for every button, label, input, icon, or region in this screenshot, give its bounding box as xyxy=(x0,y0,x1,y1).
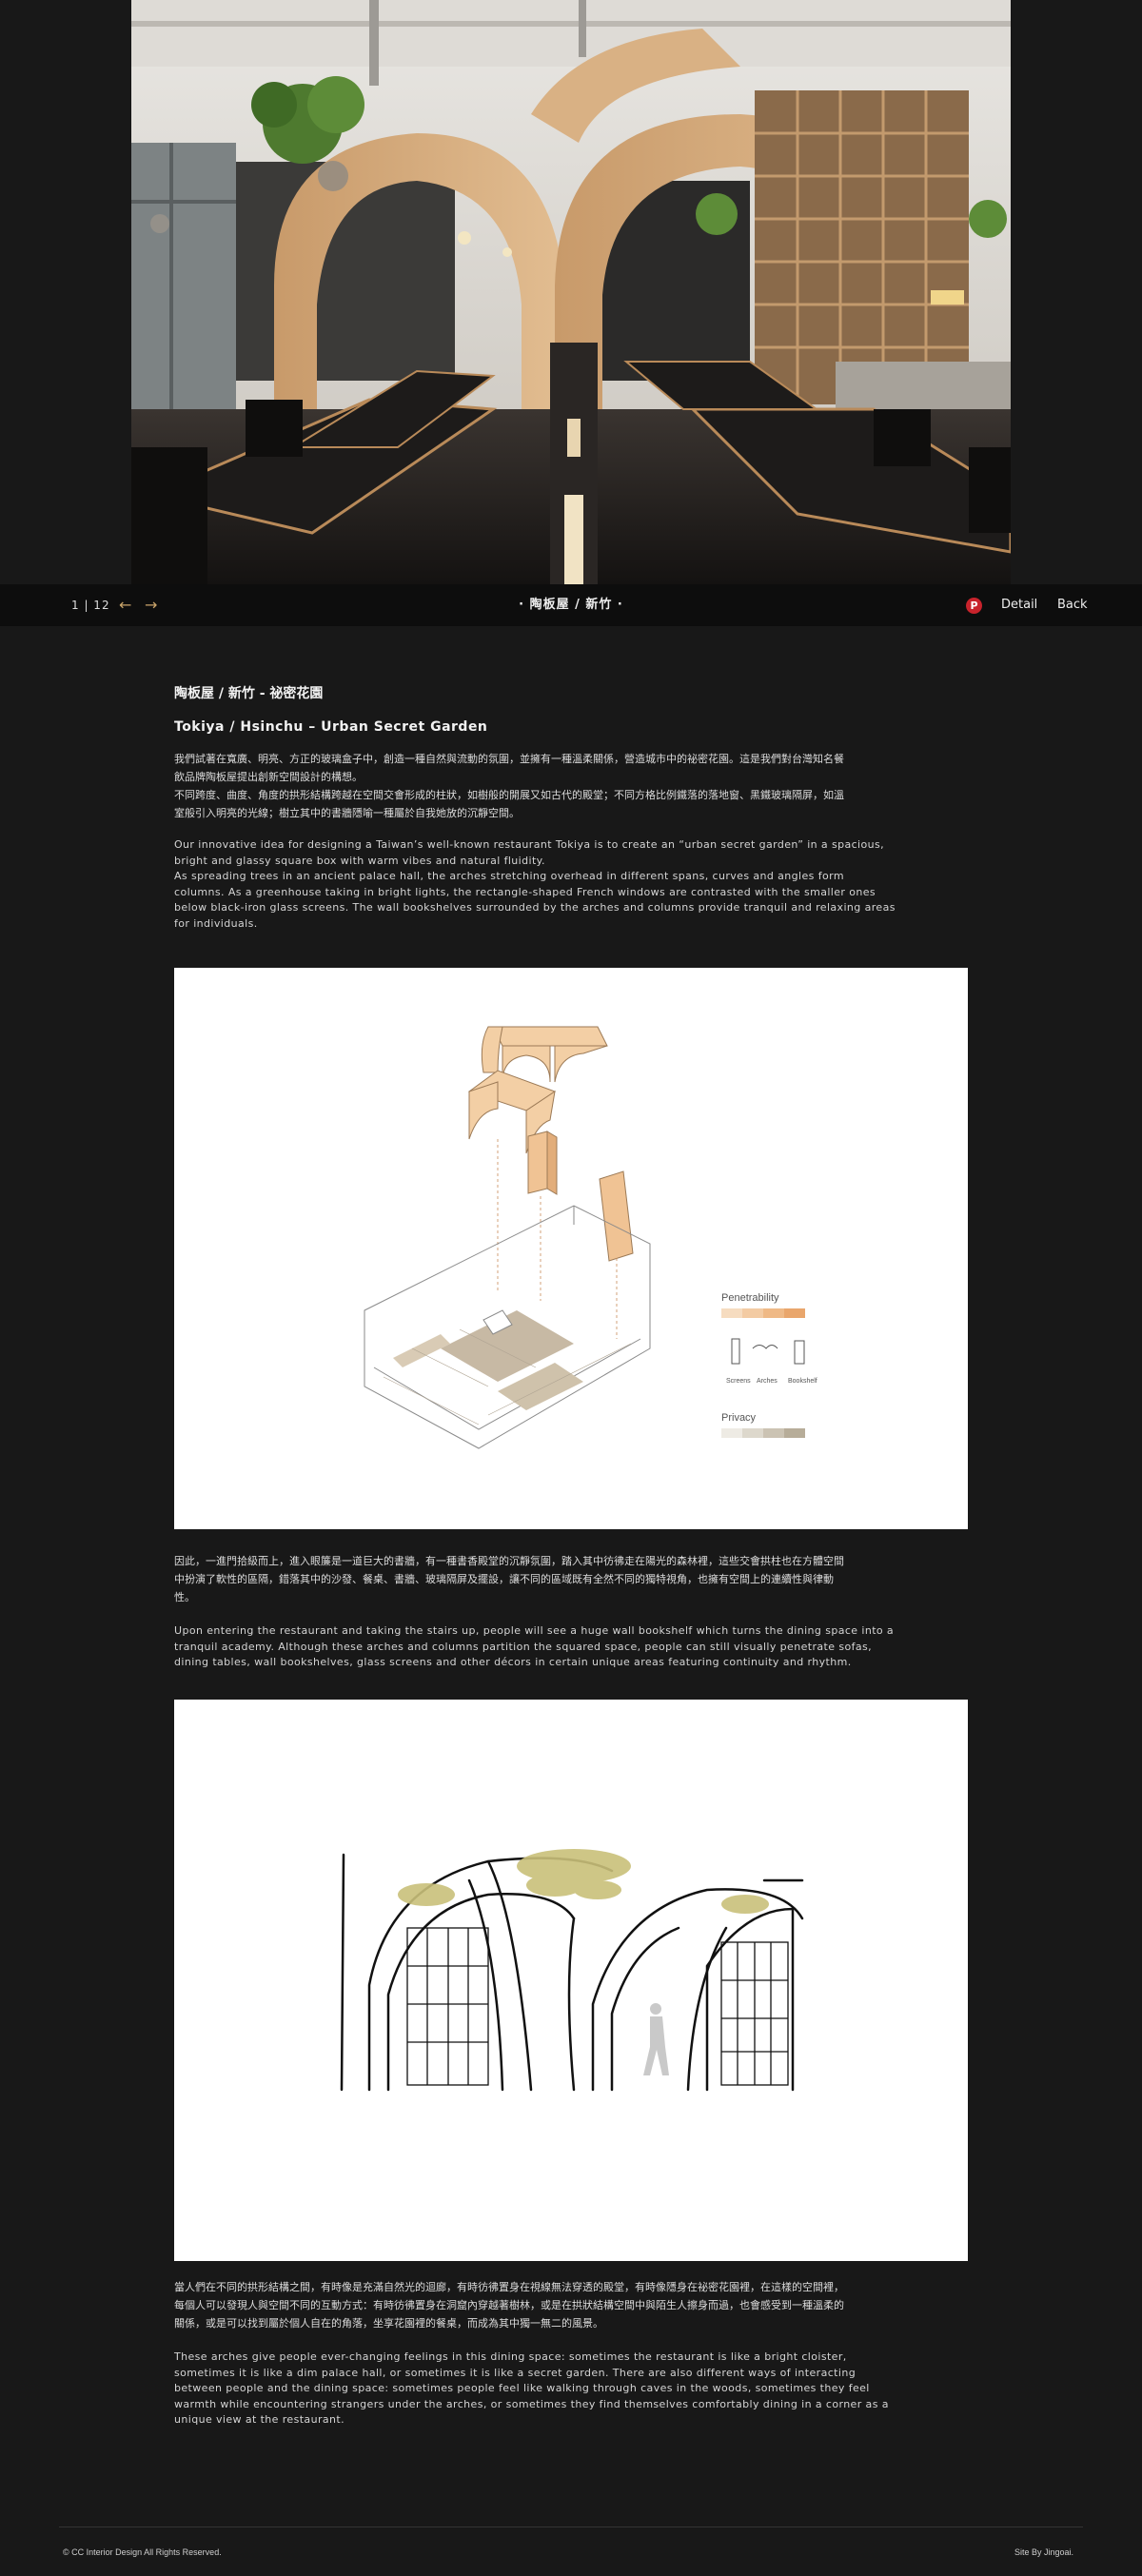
paragraph-3-chinese: 當人們在不同的拱形結構之間，有時像是充滿自然光的迴廊，有時彷彿置身在視線無法穿透… xyxy=(174,2281,844,2330)
pinterest-icon[interactable]: P xyxy=(966,598,982,614)
paragraph-2-chinese: 因此，一進門拾級而上，進入眼簾是一道巨大的書牆，有一種書香殿堂的沉靜氛圍，踏入其… xyxy=(174,1555,844,1603)
title-chinese: 陶板屋 / 新竹 - 祕密花園 xyxy=(174,686,324,701)
paragraph-3-english: These arches give people ever-changing f… xyxy=(174,2350,889,2427)
arch-sketch-drawing xyxy=(340,1849,804,2092)
article-section-3: 當人們在不同的拱形結構之間，有時像是充滿自然光的迴廊，有時彷彿置身在視線無法穿透… xyxy=(174,2278,968,2429)
page-counter: 1 | 12 xyxy=(71,599,110,612)
legend-penetrability: Penetrability xyxy=(721,1292,779,1304)
title-english: Tokiya / Hsinchu – Urban Secret Garden xyxy=(174,719,488,735)
paragraph-2-english: Upon entering the restaurant and taking … xyxy=(174,1624,895,1669)
hero-photo xyxy=(131,0,1011,584)
prev-arrow-icon[interactable]: ← xyxy=(119,584,131,626)
axonometric-diagram: Penetrability Screens Arches Bookshelf P… xyxy=(174,968,968,1529)
paragraph-1-english: Our innovative idea for designing a Taiw… xyxy=(174,838,896,930)
paragraph-1-chinese: 我們試著在寬廣、明亮、方正的玻璃盒子中，創造一種自然與流動的氛圍，並擁有一種溫柔… xyxy=(174,753,844,819)
arch-sketch-diagram xyxy=(174,1700,968,2261)
legend-privacy: Privacy xyxy=(721,1412,757,1424)
article-section-2: 因此，一進門拾級而上，進入眼簾是一道巨大的書牆，有一種書香殿堂的沉靜氛圍，踏入其… xyxy=(174,1552,968,1671)
back-link[interactable]: Back xyxy=(1057,584,1088,626)
footer-copyright: © CC Interior Design All Rights Reserved… xyxy=(63,2547,222,2557)
footer-credit-link[interactable]: Site By Jingoai. xyxy=(1014,2547,1073,2557)
article-body: 陶板屋 / 新竹 - 祕密花園 Tokiya / Hsinchu – Urban… xyxy=(174,683,968,933)
axonometric-drawing: Penetrability Screens Arches Bookshelf P… xyxy=(364,1026,817,1449)
restaurant-interior-image xyxy=(131,0,1011,584)
legend-item-screens: Screens xyxy=(726,1378,751,1385)
legend-item-arches: Arches xyxy=(757,1378,778,1385)
legend-item-bookshelf: Bookshelf xyxy=(788,1378,817,1385)
project-nav-bar: 1 | 12 ← → · 陶板屋 / 新竹 · P Detail Back xyxy=(0,584,1142,626)
detail-link[interactable]: Detail xyxy=(1001,584,1037,626)
next-arrow-icon[interactable]: → xyxy=(145,584,157,626)
